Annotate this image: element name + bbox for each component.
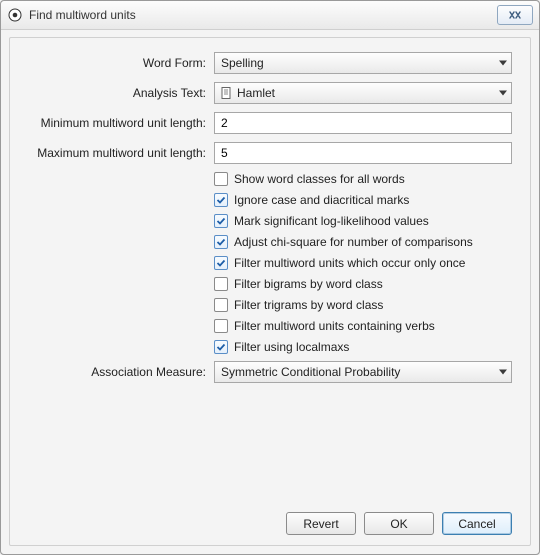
title-bar: Find multiword units — [1, 1, 539, 30]
analysis-text-select[interactable]: Hamlet — [214, 82, 512, 104]
checkbox[interactable] — [214, 319, 228, 333]
checkbox-label: Filter bigrams by word class — [234, 277, 383, 291]
window-title: Find multiword units — [29, 8, 497, 22]
word-form-value: Spelling — [221, 56, 264, 70]
checkbox[interactable] — [214, 172, 228, 186]
min-length-input[interactable] — [214, 112, 512, 134]
cancel-button[interactable]: Cancel — [442, 512, 512, 535]
cancel-button-label: Cancel — [458, 517, 495, 531]
checkbox-label: Filter multiword units containing verbs — [234, 319, 435, 333]
checkbox-label: Mark significant log-likelihood values — [234, 214, 429, 228]
dialog-window: Find multiword units Word Form: Spelling… — [0, 0, 540, 555]
close-button[interactable] — [497, 5, 533, 25]
checkbox-row: Mark significant log-likelihood values — [214, 214, 512, 228]
checkbox-label: Ignore case and diacritical marks — [234, 193, 409, 207]
analysis-text-value: Hamlet — [237, 86, 275, 100]
checkbox[interactable] — [214, 277, 228, 291]
checkbox-label: Adjust chi-square for number of comparis… — [234, 235, 473, 249]
checkbox-row: Show word classes for all words — [214, 172, 512, 186]
word-form-select[interactable]: Spelling — [214, 52, 512, 74]
word-form-label: Word Form: — [28, 56, 214, 70]
checkbox[interactable] — [214, 214, 228, 228]
ok-button-label: OK — [390, 517, 407, 531]
association-measure-select[interactable]: Symmetric Conditional Probability — [214, 361, 512, 383]
checkbox-row: Filter bigrams by word class — [214, 277, 512, 291]
checkbox-row: Filter multiword units containing verbs — [214, 319, 512, 333]
checkbox[interactable] — [214, 235, 228, 249]
checkbox[interactable] — [214, 298, 228, 312]
checkbox-row: Filter trigrams by word class — [214, 298, 512, 312]
chevron-down-icon — [499, 370, 507, 375]
association-measure-label: Association Measure: — [28, 365, 214, 379]
dialog-body: Word Form: Spelling Analysis Text: Haml — [9, 37, 531, 546]
association-measure-value: Symmetric Conditional Probability — [221, 365, 400, 379]
button-bar: Revert OK Cancel — [28, 502, 512, 535]
analysis-text-label: Analysis Text: — [28, 86, 214, 100]
checkbox-row: Ignore case and diacritical marks — [214, 193, 512, 207]
revert-button[interactable]: Revert — [286, 512, 356, 535]
revert-button-label: Revert — [303, 517, 338, 531]
max-length-input[interactable] — [214, 142, 512, 164]
max-length-label: Maximum multiword unit length: — [28, 146, 214, 160]
checkbox-row: Adjust chi-square for number of comparis… — [214, 235, 512, 249]
form-area: Word Form: Spelling Analysis Text: Haml — [28, 52, 512, 502]
ok-button[interactable]: OK — [364, 512, 434, 535]
checkbox[interactable] — [214, 256, 228, 270]
document-icon — [221, 87, 233, 99]
min-length-label: Minimum multiword unit length: — [28, 116, 214, 130]
checkbox-label: Filter multiword units which occur only … — [234, 256, 465, 270]
checkbox-row: Filter multiword units which occur only … — [214, 256, 512, 270]
checkbox[interactable] — [214, 193, 228, 207]
app-icon — [7, 7, 23, 23]
chevron-down-icon — [499, 61, 507, 66]
checkbox-label: Show word classes for all words — [234, 172, 405, 186]
checkbox-label: Filter trigrams by word class — [234, 298, 383, 312]
checkbox[interactable] — [214, 340, 228, 354]
checkbox-row: Filter using localmaxs — [214, 340, 512, 354]
chevron-down-icon — [499, 91, 507, 96]
checkbox-label: Filter using localmaxs — [234, 340, 349, 354]
